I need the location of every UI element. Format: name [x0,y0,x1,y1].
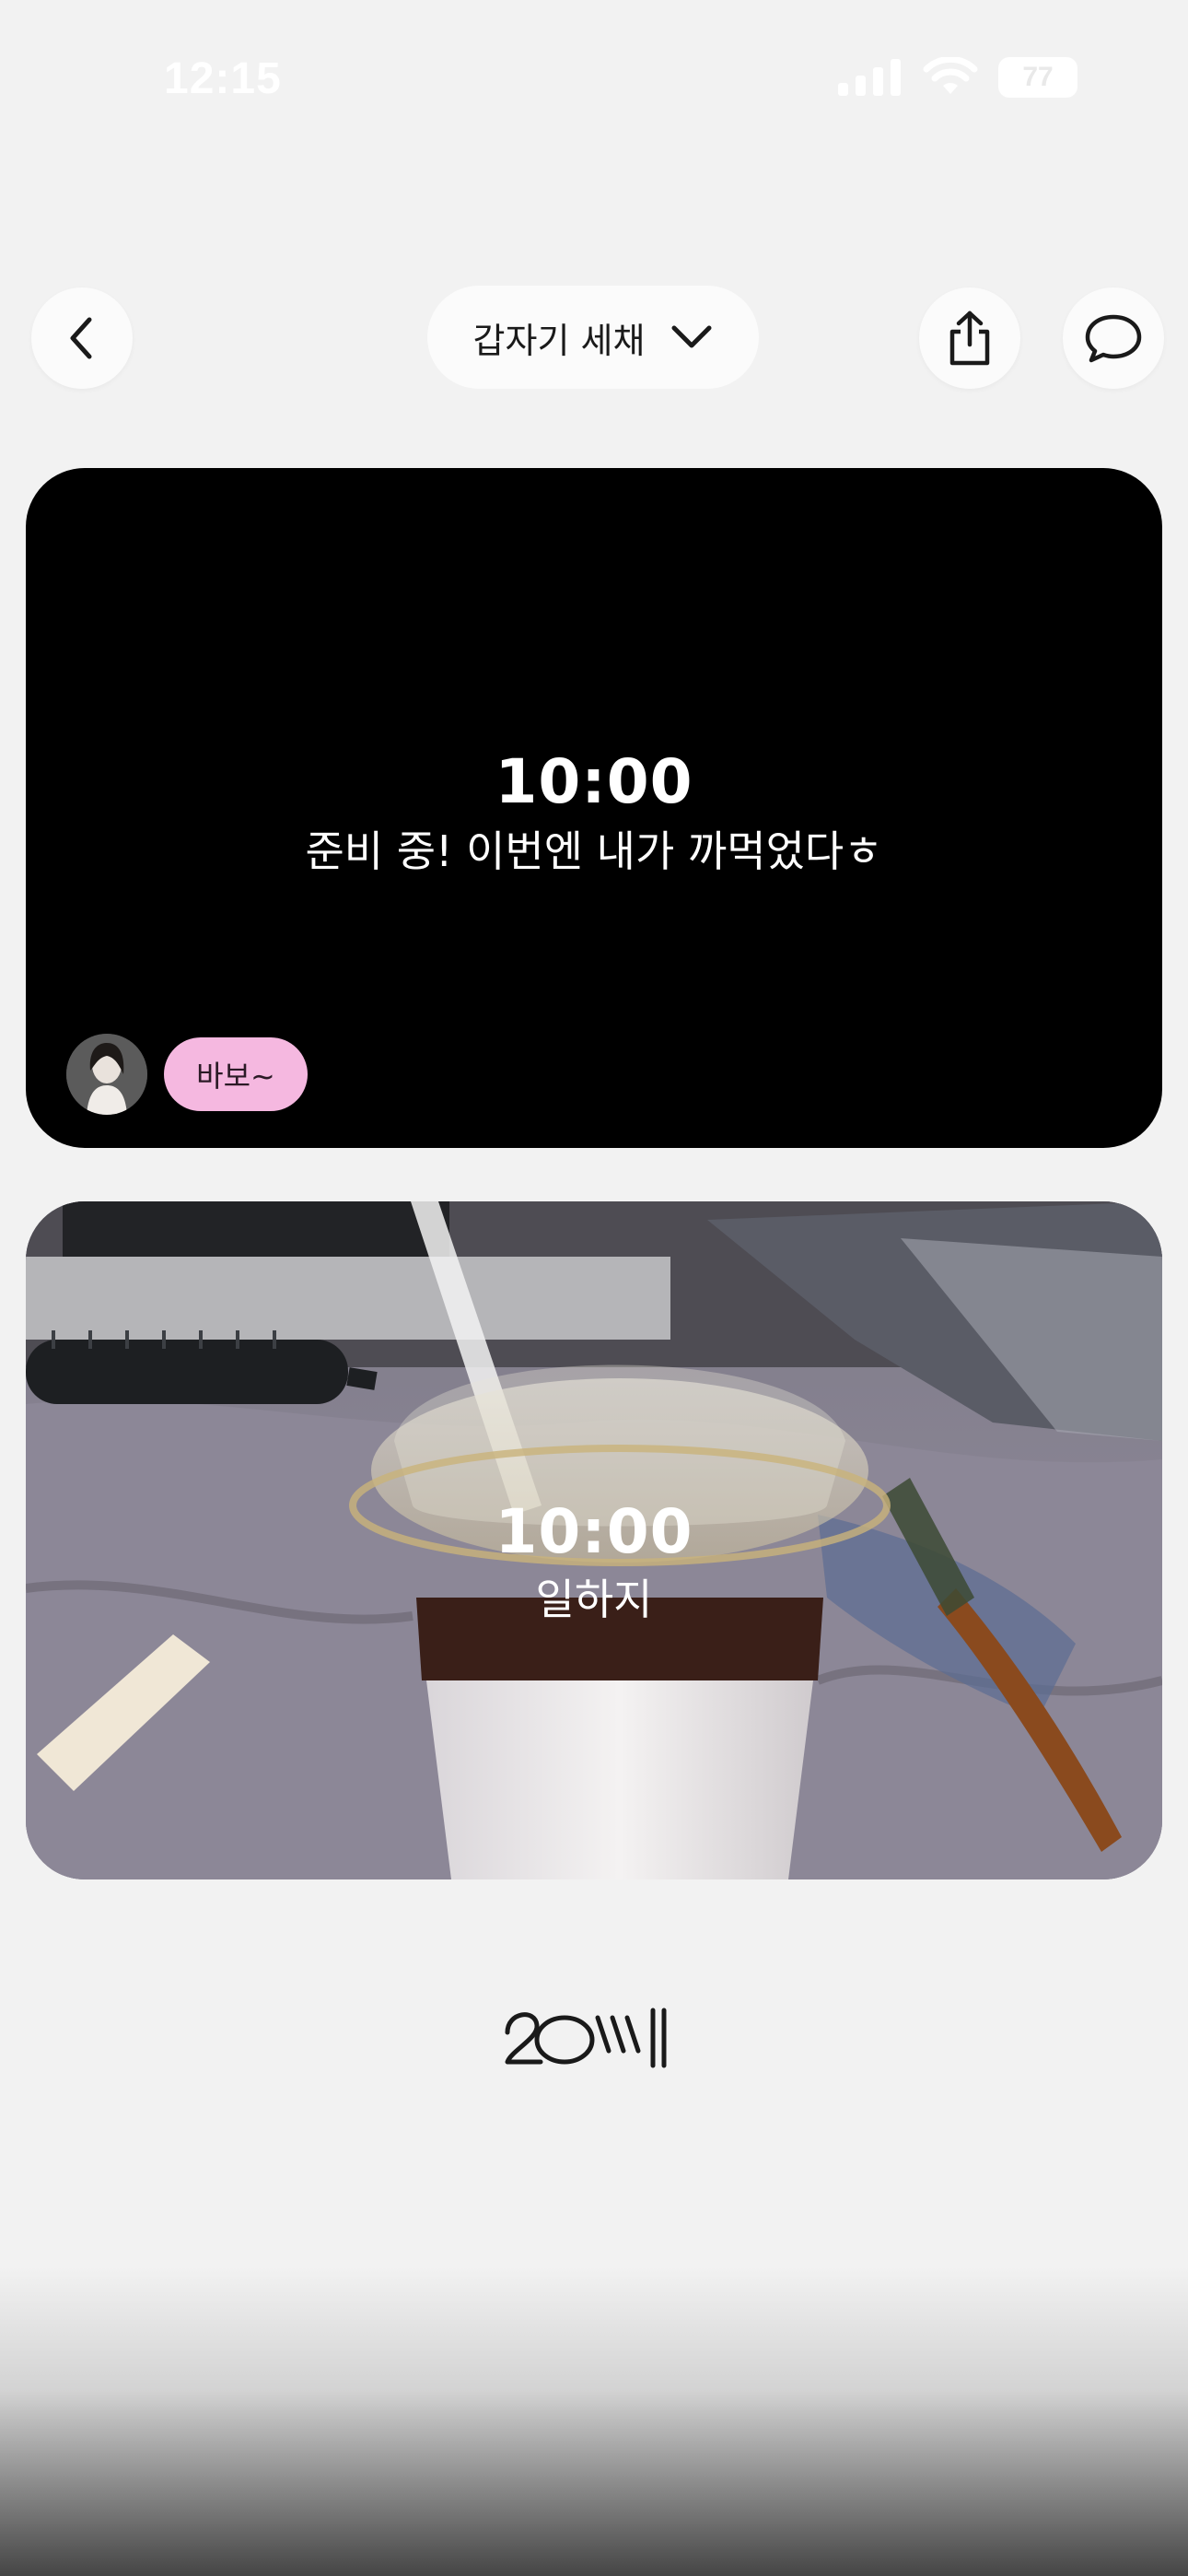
group-title: 갑자기 세채 [472,320,646,361]
post-caption: 준비 중! 이번엔 내가 까먹었다ㅎ [305,826,883,876]
status-icons: 77 [838,57,1077,98]
app-logo [502,2005,668,2073]
share-button[interactable] [919,287,1020,389]
avatar[interactable] [66,1034,147,1115]
chevron-down-icon [671,325,712,348]
logo-icon [505,2008,667,2068]
post-caption: 일하지 [535,1575,653,1624]
signal-icon [838,59,901,96]
comment-icon [1085,314,1142,363]
post-time: 10:00 [495,746,693,817]
share-icon [949,310,990,366]
chevron-left-icon [70,317,92,359]
post-card[interactable]: 10:00 준비 중! 이번엔 내가 까먹었다ㅎ 바보~ [26,468,1162,1148]
post-time: 10:00 [495,1496,693,1567]
post-card-photo[interactable]: 10:00 일하지 [26,1201,1162,1879]
reaction-tag[interactable]: 바보~ [164,1037,308,1111]
battery-icon: 77 [998,57,1077,98]
wifi-icon [923,57,978,94]
back-button[interactable] [31,287,133,389]
status-time: 12:15 [164,54,282,103]
bottom-fade [0,2266,1188,2576]
app-screen: 12:15 77 갑자기 세채 10:00 준비 중! 이번엔 내가 까먹었다ㅎ… [0,0,1188,2576]
comment-button[interactable] [1063,287,1164,389]
group-selector[interactable]: 갑자기 세채 [427,286,759,389]
